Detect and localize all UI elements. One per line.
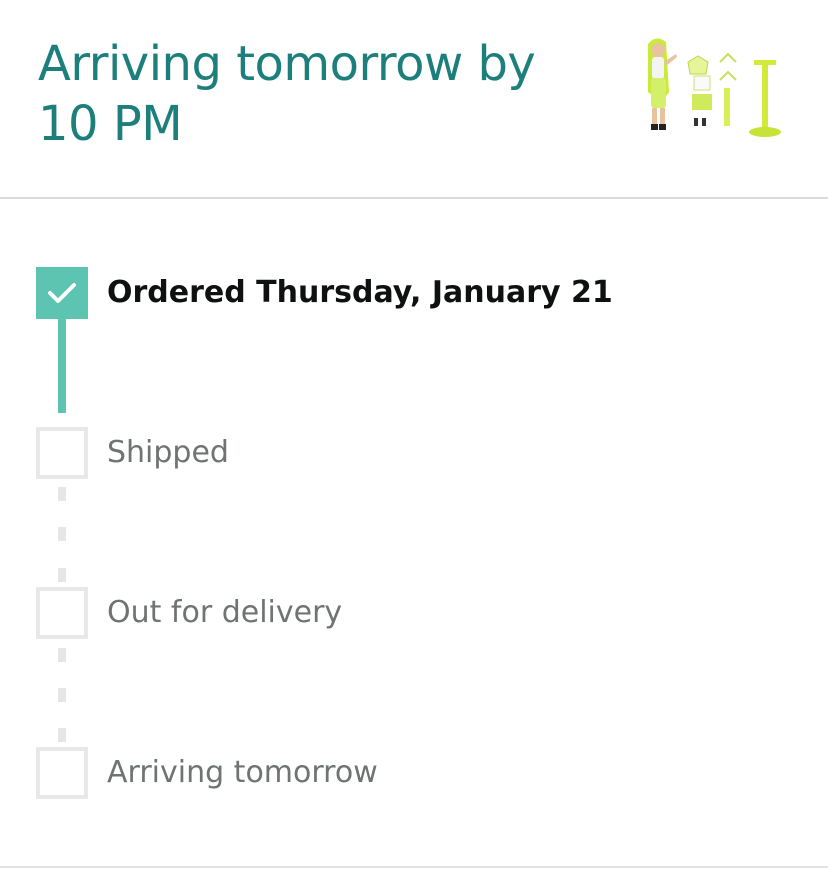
doll-figure-icon: [648, 38, 677, 130]
arrival-title: Arriving tomorrow by 10 PM: [38, 34, 598, 154]
dash-segment: [58, 648, 66, 662]
step-ordered-checkbox: [36, 267, 88, 319]
outfit-pieces-icon: [687, 52, 737, 126]
dash-segment: [58, 728, 66, 742]
step-shipped: Shipped: [36, 427, 796, 479]
header-divider: [0, 197, 828, 199]
delivery-header: Arriving tomorrow by 10 PM: [0, 0, 828, 197]
arrival-title-line2: 10 PM: [38, 96, 183, 152]
step-arriving: Arriving tomorrow: [36, 747, 796, 799]
step-out-for-delivery: Out for delivery: [36, 587, 796, 639]
checkmark-icon: [48, 283, 76, 303]
arrival-title-line1: Arriving tomorrow by: [38, 36, 536, 92]
footer-divider: [0, 866, 828, 868]
step-arriving-label: Arriving tomorrow: [107, 755, 378, 790]
step-ordered: Ordered Thursday, January 21: [36, 267, 796, 319]
step-shipped-label: Shipped: [107, 435, 229, 470]
dash-segment: [58, 568, 66, 582]
dash-segment: [58, 688, 66, 702]
progress-line-completed: [58, 318, 66, 413]
step-shipped-checkbox: [36, 427, 88, 479]
step-arriving-checkbox: [36, 747, 88, 799]
dash-segment: [58, 527, 66, 541]
step-ordered-label: Ordered Thursday, January 21: [107, 275, 613, 310]
dash-segment: [58, 487, 66, 501]
product-thumbnail[interactable]: [636, 32, 786, 142]
step-out-for-delivery-label: Out for delivery: [107, 595, 343, 630]
shipment-tracker: Ordered Thursday, January 21 Shipped Out…: [0, 200, 828, 860]
step-out-for-delivery-checkbox: [36, 587, 88, 639]
doll-stand-icon: [749, 60, 781, 137]
